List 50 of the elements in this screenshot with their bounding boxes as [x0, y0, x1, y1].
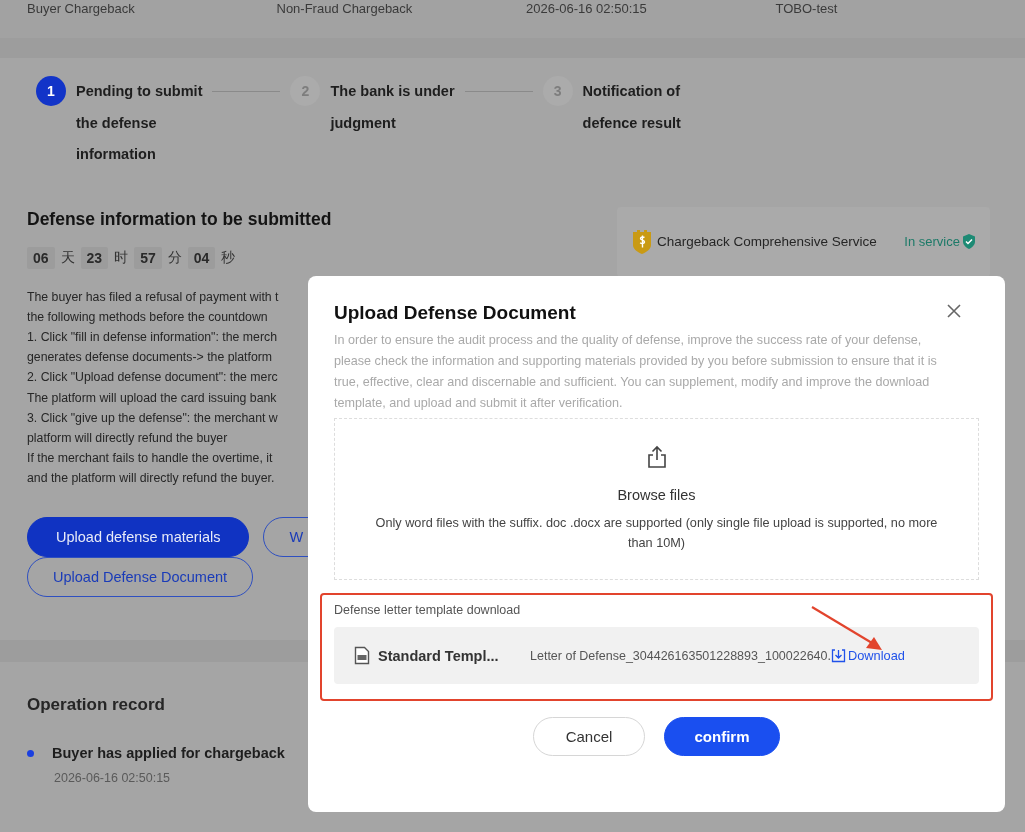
countdown-value: 04	[187, 246, 216, 269]
summary-text: Buyer Chargeback	[27, 1, 136, 16]
service-status: In service	[904, 234, 976, 249]
countdown-unit: 时	[114, 248, 129, 267]
instruction-line: and the platform will directly refund the buyer.	[27, 470, 276, 488]
record-text: Buyer has applied for chargeback	[52, 745, 285, 761]
step-label: Notification of defence result	[582, 82, 681, 133]
summary-text: Non-Fraud Chargeback	[276, 1, 414, 16]
shield-dollar-icon	[631, 228, 653, 255]
instruction-line: If the merchant fails to handle the overtime, it	[27, 450, 274, 468]
document-icon	[354, 646, 370, 665]
cancel-button[interactable]: Cancel	[533, 717, 645, 756]
instruction-line: 1. Click "fill in defense information": the merch	[27, 328, 278, 346]
summary-text: TOBO-test	[775, 1, 839, 16]
step-label: Pending to submit the defense information	[76, 82, 203, 164]
dialog-title: Upload Defense Document	[334, 302, 576, 324]
countdown-unit: 分	[167, 248, 182, 267]
dialog-description: In order to ensure the audit process and the quality of defense, improve the success rate of your defense, please check the information and supporting materials provided by you before submission to ensure that it is true, effective, clear and discernable and sufficient. You can supplement, modify and improve the download template, and upload and submit it after verification.	[334, 332, 938, 412]
countdown-unit: 天	[60, 248, 75, 267]
instruction-line: generates defense documents-> the platform	[27, 349, 274, 367]
record-title: Operation record	[27, 695, 166, 715]
upload-dropzone[interactable]: Browse files Only word files with the suffix. doc .docx are supported (only single file upload is supported, no more than 10M)	[334, 418, 979, 580]
service-name: Chargeback Comprehensive Service	[657, 234, 877, 249]
instruction-line: The buyer has filed a refusal of payment with t	[27, 288, 280, 306]
summary-text: 2026-06-16 02:50:15	[526, 1, 648, 16]
shield-check-icon	[962, 234, 976, 249]
instruction-line: 3. Click "give up the defense": the merchant w	[27, 409, 279, 427]
countdown-unit: 秒	[221, 248, 236, 267]
upload-icon	[645, 445, 668, 469]
instruction-line: platform will directly refund the buyer	[27, 429, 229, 447]
step-label: The bank is under judgment	[330, 82, 455, 133]
upload-hint: Only word files with the suffix. doc .docx are supported (only single file upload is supported, no more than 10M)	[374, 515, 939, 552]
record-time: 2026-06-16 02:50:15	[54, 771, 172, 785]
upload-label: Browse files	[617, 487, 696, 503]
action-button[interactable]: Upload defense materials	[27, 516, 250, 557]
section-title: Defense information to be submitted	[27, 208, 332, 230]
download-icon	[831, 648, 846, 663]
instruction-line: the following methods before the countdown	[27, 308, 269, 326]
instruction-line: 2. Click "Upload defense document": the merc	[27, 369, 279, 387]
countdown-value: 06	[27, 246, 55, 269]
template-file-name: Letter of Defense_304426163501228893_100022640.	[530, 648, 831, 663]
instruction-line: The platform will upload the card issuing bank	[27, 389, 278, 407]
download-link[interactable]: Download	[831, 648, 905, 663]
confirm-button[interactable]: confirm	[664, 717, 780, 756]
countdown-value: 57	[134, 246, 162, 269]
template-name: Standard Templ...	[378, 647, 500, 664]
countdown-value: 23	[80, 246, 109, 269]
step-number: 1	[36, 76, 66, 106]
template-heading: Defense letter template download	[334, 603, 522, 617]
close-icon[interactable]	[945, 302, 963, 320]
